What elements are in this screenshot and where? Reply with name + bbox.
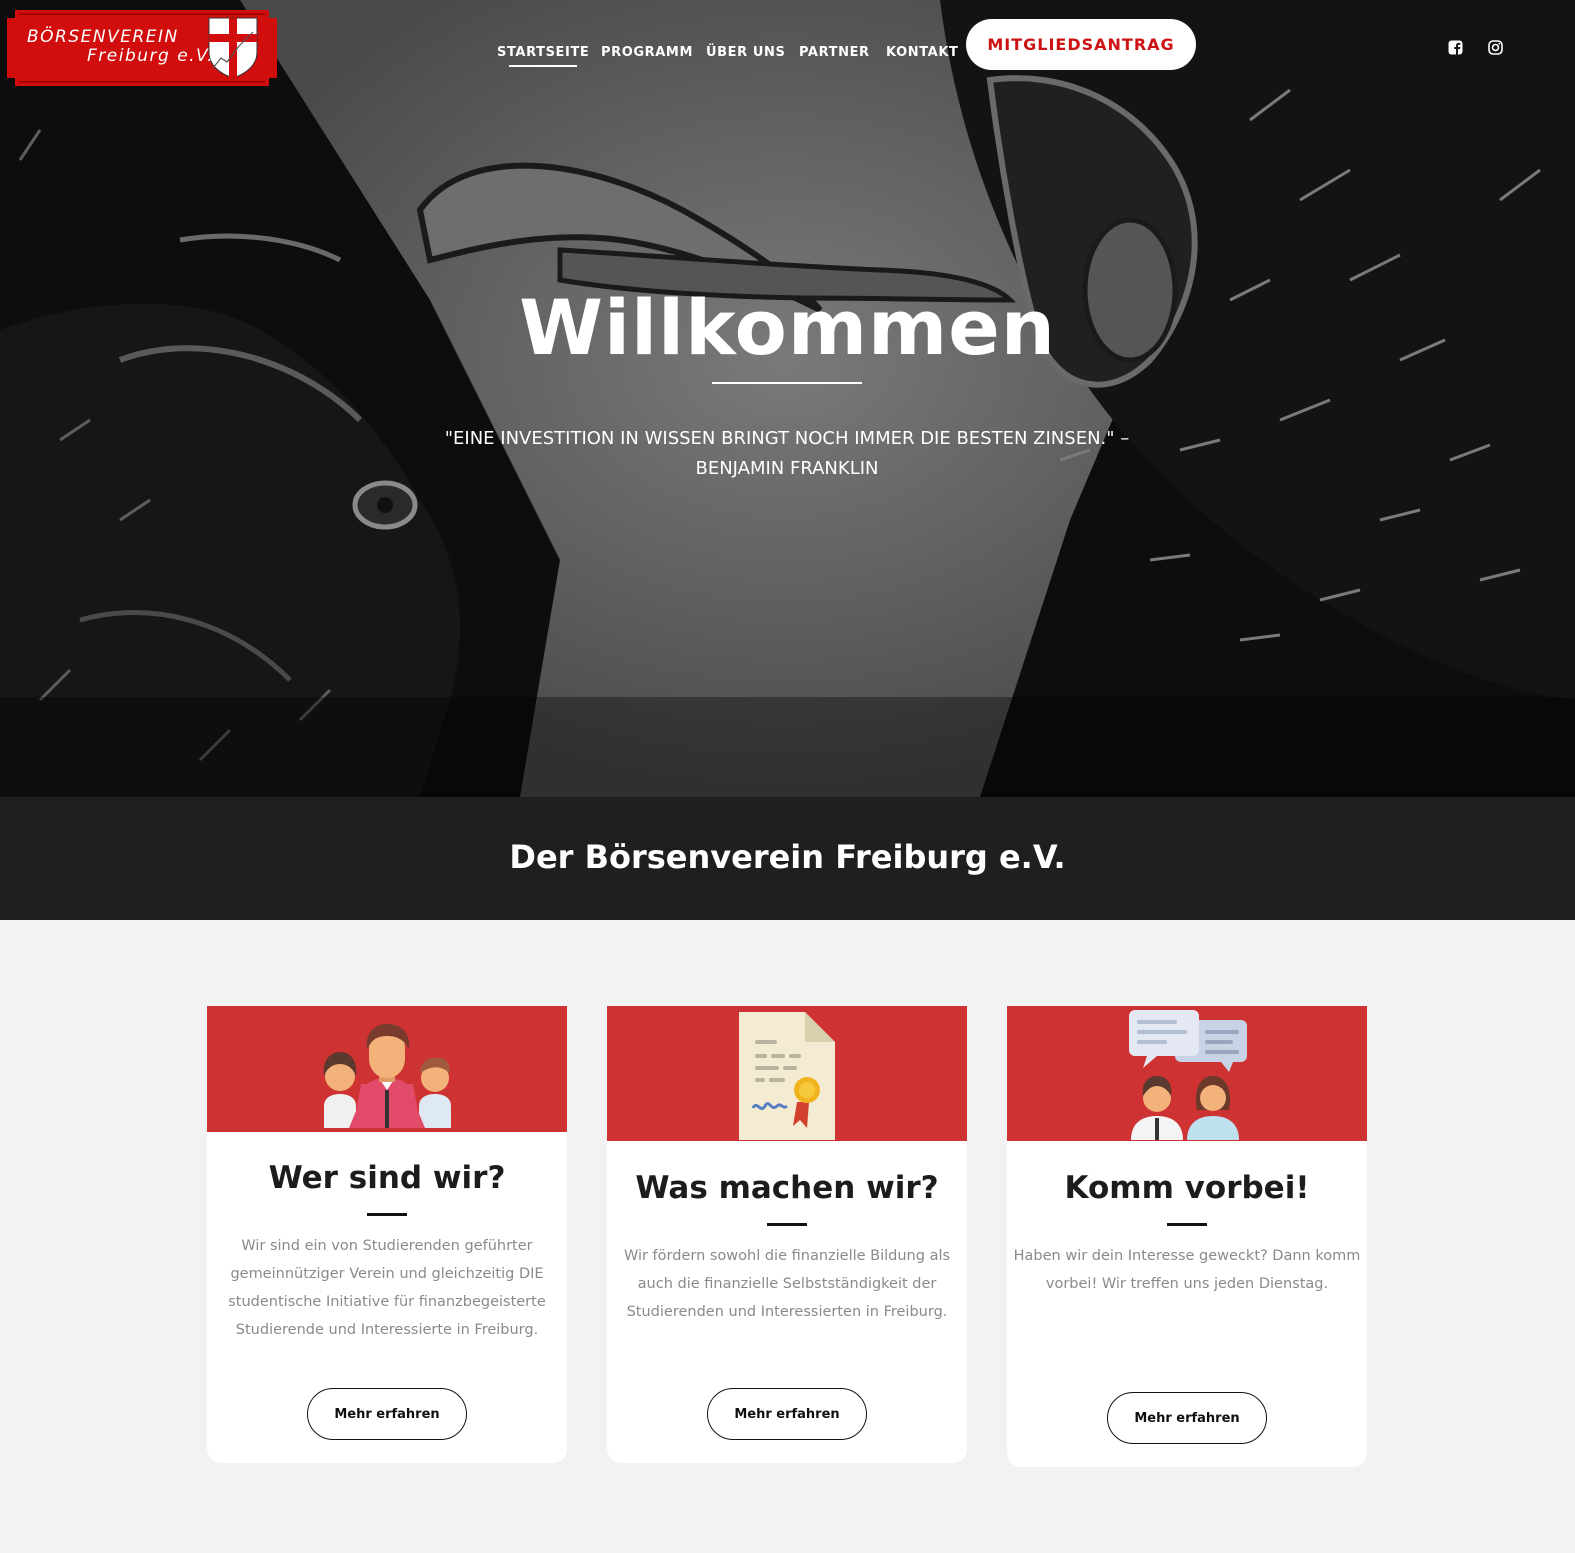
- team-icon: [323, 1024, 451, 1128]
- learn-more-button[interactable]: Mehr erfahren: [1107, 1392, 1267, 1444]
- hero-divider: [712, 382, 862, 384]
- card-title: Komm vorbei!: [1064, 1170, 1310, 1206]
- card-come-by: Komm vorbei! Haben wir dein Interesse ge…: [1007, 1006, 1367, 1467]
- card-divider: [1167, 1223, 1207, 1226]
- facebook-icon[interactable]: [1448, 40, 1463, 55]
- nav-item-startseite[interactable]: STARTSEITE: [497, 45, 589, 67]
- nav-item-programm[interactable]: PROGRAMM: [601, 45, 693, 60]
- card-title: Was machen wir?: [635, 1170, 939, 1206]
- hero-section: [0, 0, 1575, 797]
- hero-quote-author: BENJAMIN FRANKLIN: [695, 458, 879, 479]
- learn-more-button[interactable]: Mehr erfahren: [307, 1388, 467, 1440]
- card-what-we-do: Was machen wir? Wir fördern sowohl die f…: [607, 1006, 967, 1463]
- logo-subtitle: Freiburg e.V.: [87, 46, 215, 66]
- card-header: [1007, 1006, 1367, 1141]
- hero-lower-band: [0, 697, 1575, 797]
- site-logo[interactable]: BÖRSENVEREIN Freiburg e.V.: [7, 10, 277, 86]
- nav-item-kontakt[interactable]: KONTAKT: [886, 45, 958, 60]
- card-who-are-we: Wer sind wir? Wir sind ein von Studieren…: [207, 1006, 567, 1463]
- bull-and-bear-illustration: [0, 0, 1575, 797]
- section-title: Der Börsenverein Freiburg e.V.: [509, 838, 1066, 876]
- card-header: [607, 1006, 967, 1141]
- logo-title: BÖRSENVEREIN: [27, 27, 179, 47]
- learn-more-button[interactable]: Mehr erfahren: [707, 1388, 867, 1440]
- card-text: Wir fördern sowohl die finanzielle Bildu…: [623, 1248, 951, 1320]
- card-text: Wir sind ein von Studierenden geführter …: [228, 1238, 546, 1338]
- nav-item-partner[interactable]: PARTNER: [799, 45, 870, 60]
- certificate-icon: [739, 1012, 835, 1140]
- card-header: [207, 1006, 567, 1132]
- card-text: Haben wir dein Interesse geweckt? Dann k…: [1013, 1248, 1361, 1292]
- hero-quote-line-1: "EINE INVESTITION IN WISSEN BRINGT NOCH …: [444, 428, 1130, 449]
- hero-title: Willkommen: [519, 283, 1056, 372]
- hero-quote: "EINE INVESTITION IN WISSEN BRINGT NOCH …: [387, 424, 1187, 484]
- card-title: Wer sind wir?: [268, 1160, 506, 1196]
- nav-item-ueber-uns[interactable]: ÜBER UNS: [706, 45, 785, 60]
- membership-application-button[interactable]: MITGLIEDSANTRAG: [966, 19, 1196, 70]
- card-divider: [367, 1213, 407, 1216]
- card-divider: [767, 1223, 807, 1226]
- instagram-icon[interactable]: [1488, 40, 1503, 55]
- conversation-icon: [1129, 1010, 1247, 1140]
